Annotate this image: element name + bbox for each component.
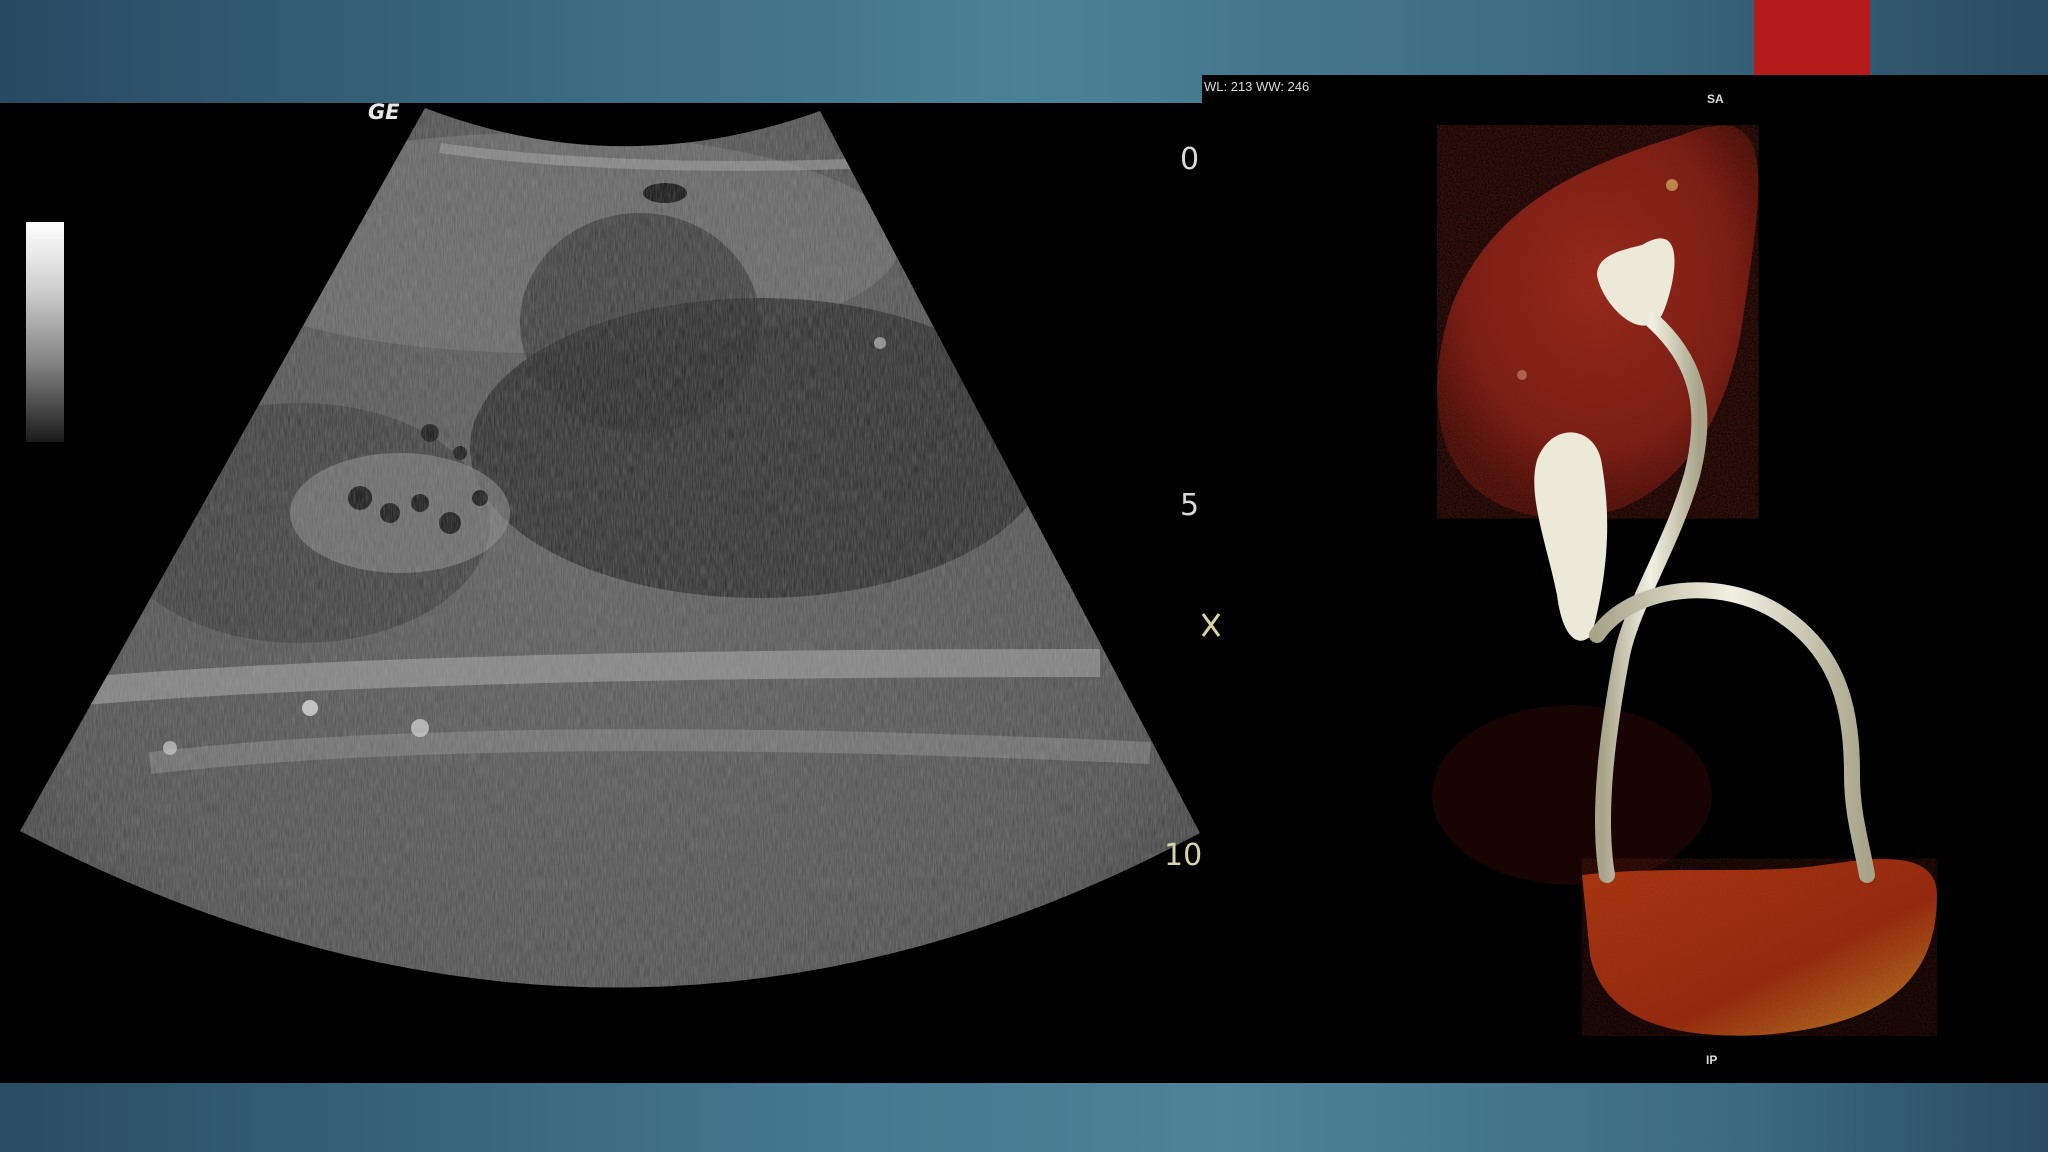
depth-label-10: 10 (1164, 838, 1203, 873)
depth-label-0: 0 (1180, 142, 1200, 177)
ct-orientation-top: SA (1707, 92, 1724, 106)
slide-background: GE WL: 213 WW: 246 SA IP 0 5 10 (0, 0, 2048, 1152)
red-accent-block (1754, 0, 1870, 75)
ct-volume-render (1432, 125, 1937, 1036)
ultrasound-image (0, 103, 1202, 1083)
footer-band (0, 1083, 2048, 1152)
ultrasound-sector (20, 108, 1200, 988)
ct-orientation-bottom: IP (1706, 1053, 1718, 1067)
ct-window-level-text: WL: 213 WW: 246 (1204, 79, 1310, 94)
ct-3d-render (1202, 75, 2048, 1083)
focus-marker-icon (1201, 613, 1221, 637)
grayscale-bar (26, 222, 64, 442)
depth-label-5: 5 (1180, 488, 1200, 523)
ge-logo: GE (368, 100, 400, 124)
